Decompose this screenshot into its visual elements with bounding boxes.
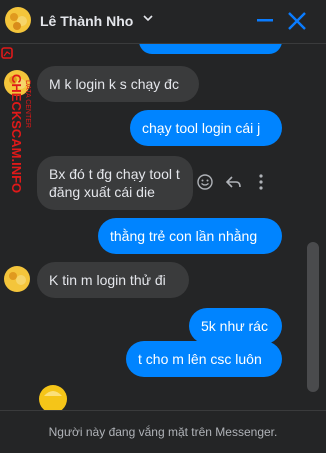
avatar[interactable] <box>5 7 31 33</box>
emoji-icon[interactable] <box>196 173 214 191</box>
footer: Người này đang vắng mặt trên Messenger. <box>0 410 326 453</box>
message-bubble[interactable]: 5k như rác <box>189 308 282 344</box>
message-list: M k login k s chạy đc chạy tool login cá… <box>0 44 326 410</box>
scrollbar[interactable] <box>307 242 319 392</box>
message-bubble[interactable]: M k login k s chạy đc <box>37 66 199 102</box>
message-bubble[interactable]: K tin m login thử đi <box>37 262 189 298</box>
message-bubble[interactable]: t cho m lên csc luôn <box>126 341 282 377</box>
avatar[interactable] <box>4 266 30 292</box>
close-icon[interactable] <box>286 10 308 32</box>
chevron-down-icon[interactable] <box>142 12 154 24</box>
message-bubble[interactable]: thằng trẻ con lần nhằng <box>98 218 282 254</box>
chat-header: Lê Thành Nho <box>0 0 326 44</box>
reply-icon[interactable] <box>224 173 242 191</box>
away-status: Người này đang vắng mặt trên Messenger. <box>48 425 278 439</box>
more-icon[interactable] <box>256 173 266 191</box>
message-bubble[interactable]: Bx đó t đg chạy tool t đăng xuất cái die <box>37 156 193 210</box>
minimize-icon[interactable] <box>255 10 275 30</box>
contact-name[interactable]: Lê Thành Nho <box>40 13 133 29</box>
message-bubble[interactable] <box>139 44 282 54</box>
wave-emoji[interactable] <box>38 384 68 410</box>
message-actions <box>196 170 292 194</box>
avatar[interactable] <box>4 70 30 96</box>
message-bubble[interactable]: chạy tool login cái j <box>130 110 282 146</box>
